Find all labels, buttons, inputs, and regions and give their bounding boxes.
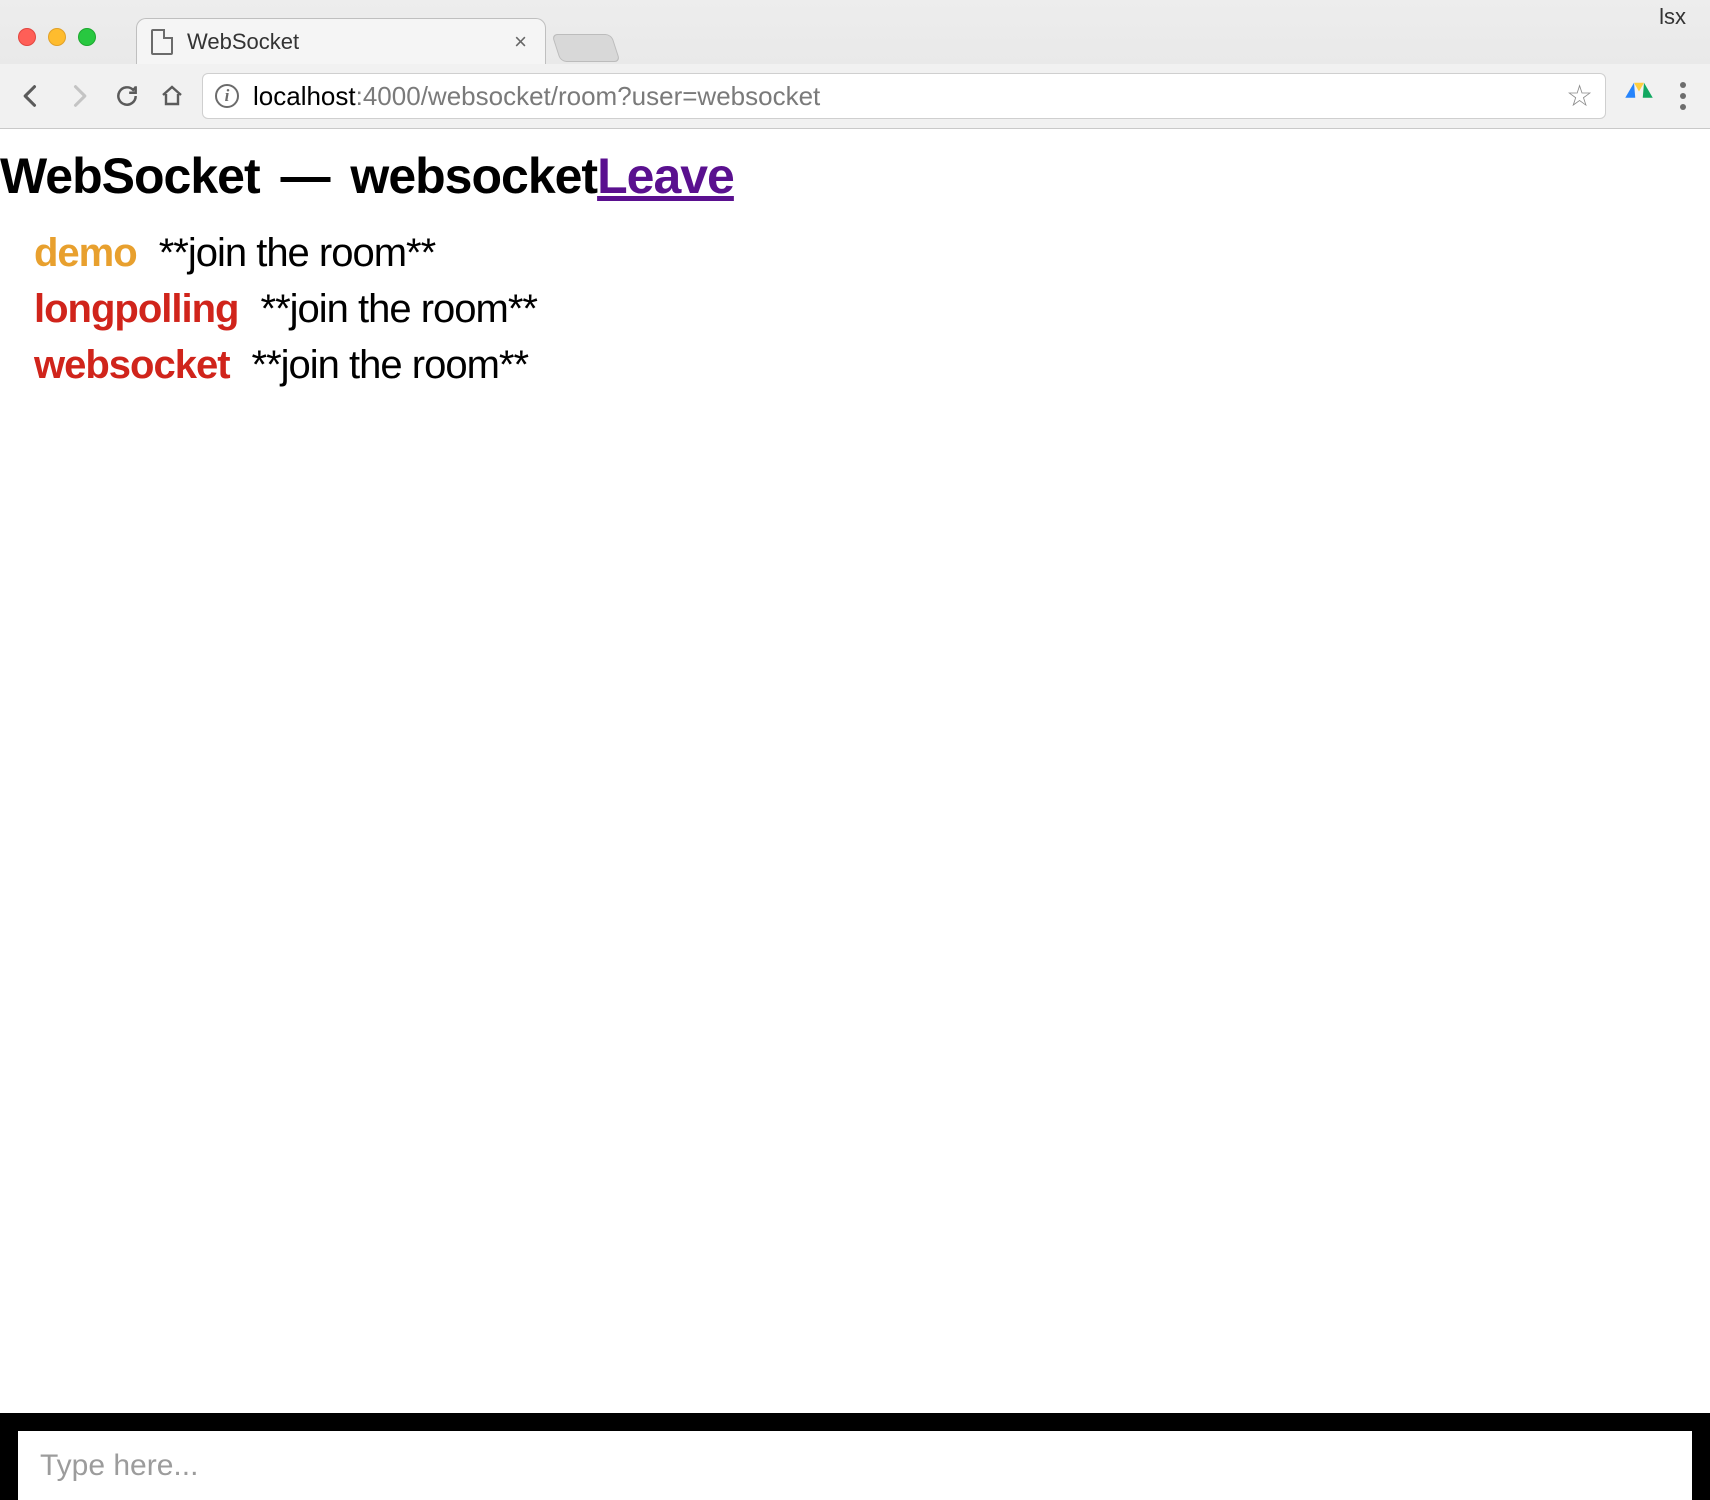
title-separator: — bbox=[273, 148, 338, 204]
message-input[interactable] bbox=[18, 1431, 1692, 1500]
drive-extension-icon[interactable] bbox=[1624, 79, 1654, 114]
browser-toolbar: i localhost:4000/websocket/room?user=web… bbox=[0, 64, 1710, 128]
message-user: demo bbox=[34, 231, 137, 275]
page-icon bbox=[151, 29, 173, 55]
bookmark-star-icon[interactable]: ☆ bbox=[1566, 79, 1593, 114]
forward-button bbox=[64, 82, 94, 110]
browser-menu-icon[interactable] bbox=[1672, 82, 1694, 110]
current-user: websocket bbox=[350, 148, 597, 204]
tab-title: WebSocket bbox=[187, 29, 299, 55]
window-controls bbox=[18, 28, 96, 46]
message-user: websocket bbox=[34, 343, 230, 387]
site-info-icon[interactable]: i bbox=[215, 84, 239, 108]
message-list: demo **join the room** longpolling **join t… bbox=[34, 225, 1710, 393]
browser-tab[interactable]: WebSocket × bbox=[136, 18, 546, 64]
address-bar[interactable]: i localhost:4000/websocket/room?user=web… bbox=[202, 73, 1606, 119]
app-name: WebSocket bbox=[0, 148, 260, 204]
page-content: WebSocket — websocketLeave demo**join th… bbox=[0, 147, 1710, 1500]
message-row: demo **join the room** bbox=[34, 225, 1710, 281]
profile-label[interactable]: lsx bbox=[1659, 4, 1686, 30]
url-text: localhost:4000/websocket/room?user=webso… bbox=[253, 81, 820, 112]
url-path: :4000/websocket/room?user=websocket bbox=[356, 81, 821, 111]
reload-button[interactable] bbox=[112, 83, 142, 109]
new-tab-button[interactable] bbox=[551, 34, 620, 62]
message-body: **join the room** bbox=[159, 231, 436, 275]
tab-strip: WebSocket × lsx bbox=[0, 0, 1710, 64]
leave-link[interactable]: Leave bbox=[597, 148, 734, 204]
composer-bar bbox=[0, 1413, 1710, 1500]
message-body: **join the room** bbox=[252, 343, 529, 387]
window-zoom-icon[interactable] bbox=[78, 28, 96, 46]
window-close-icon[interactable] bbox=[18, 28, 36, 46]
message-body: **join the room** bbox=[261, 287, 538, 331]
message-user: longpolling bbox=[34, 287, 239, 331]
home-button[interactable] bbox=[160, 84, 184, 108]
window-minimize-icon[interactable] bbox=[48, 28, 66, 46]
back-button[interactable] bbox=[16, 82, 46, 110]
message-row: longpolling **join the room** bbox=[34, 281, 1710, 337]
page-title: WebSocket — websocketLeave bbox=[0, 147, 1710, 205]
message-row: websocket **join the room** bbox=[34, 337, 1710, 393]
url-host: localhost bbox=[253, 81, 356, 111]
tab-close-icon[interactable]: × bbox=[514, 31, 527, 53]
browser-chrome: WebSocket × lsx i localhost:4000/websock… bbox=[0, 0, 1710, 129]
